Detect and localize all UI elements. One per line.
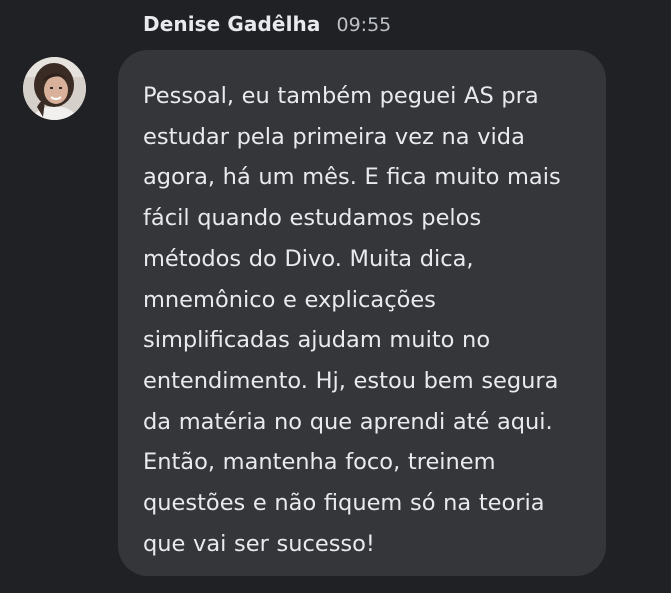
message-header: Denise Gadêlha 09:55 bbox=[143, 12, 391, 36]
message-time: 09:55 bbox=[336, 14, 392, 36]
avatar[interactable] bbox=[23, 57, 86, 120]
user-avatar-photo-icon bbox=[23, 57, 86, 120]
sender-name[interactable]: Denise Gadêlha bbox=[143, 12, 320, 36]
chat-message: Denise Gadêlha 09:55 Pessoal, eu também … bbox=[0, 0, 671, 593]
message-text: Pessoal, eu também peguei AS pra estudar… bbox=[143, 83, 561, 557]
message-bubble[interactable]: Pessoal, eu também peguei AS pra estudar… bbox=[118, 50, 606, 576]
